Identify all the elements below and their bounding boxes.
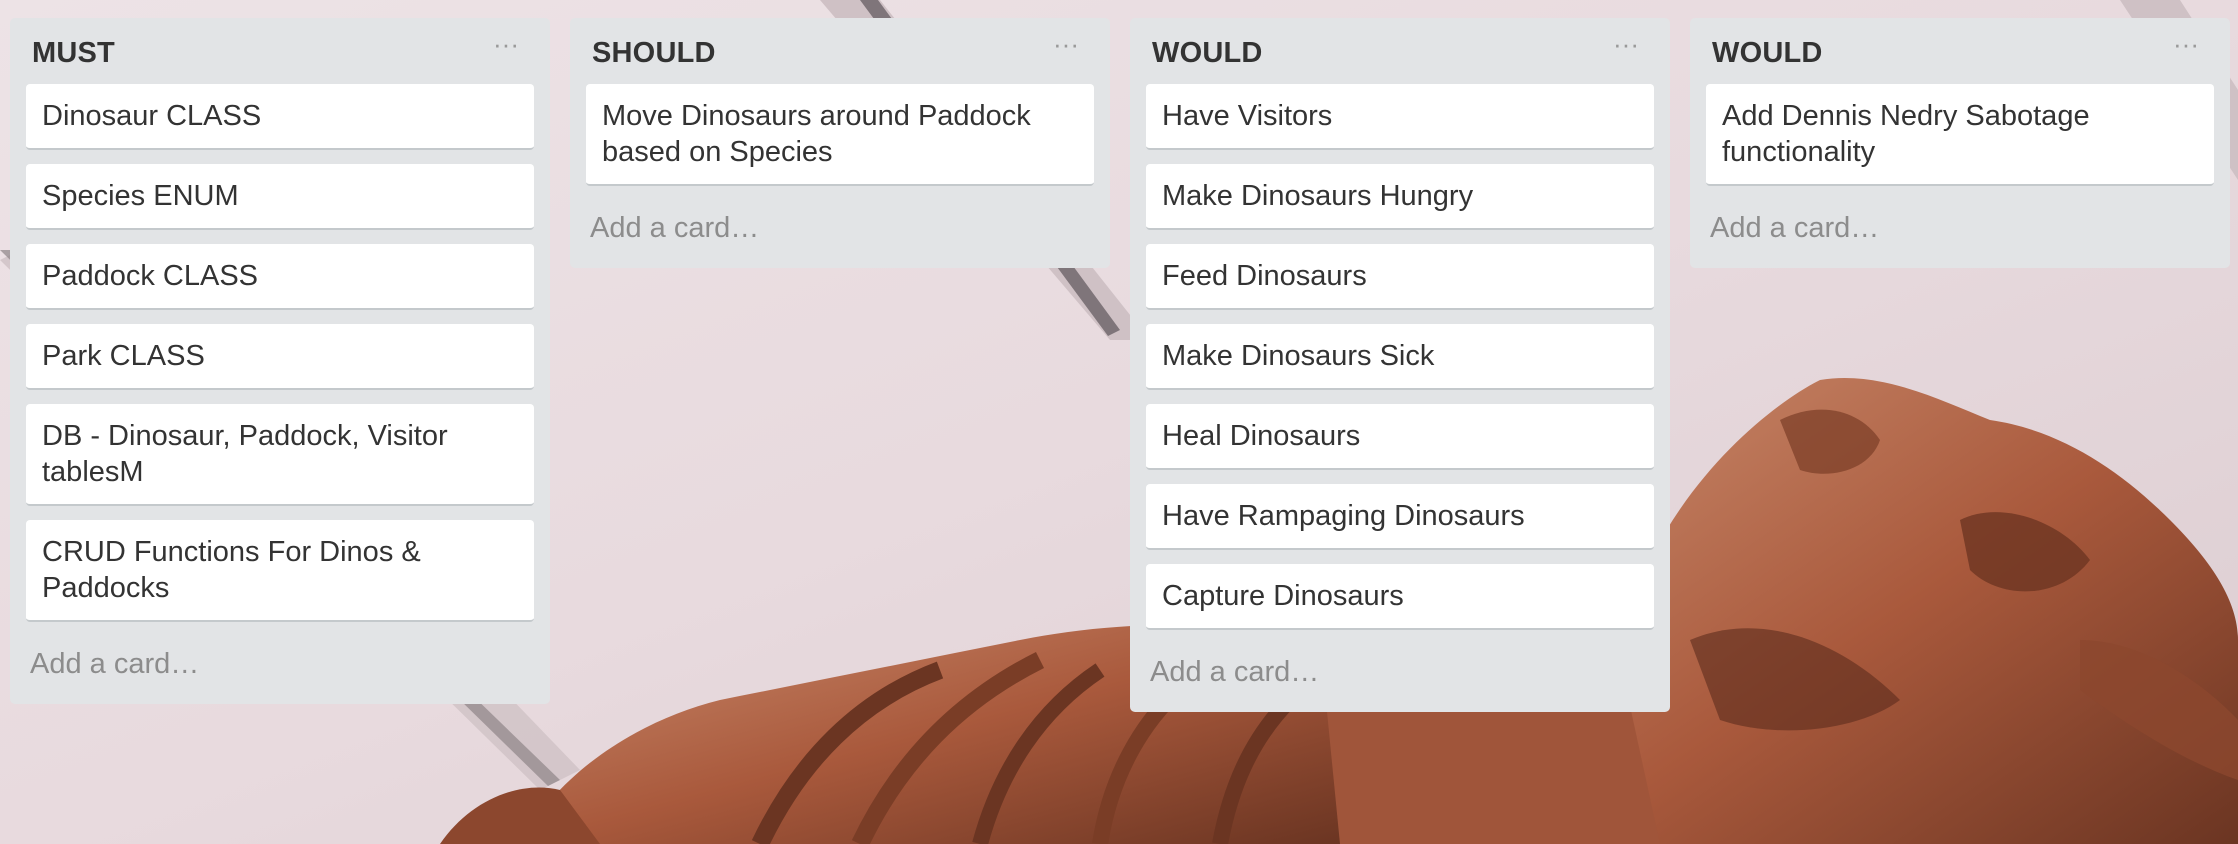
- add-card-button[interactable]: Add a card…: [586, 200, 1094, 268]
- card[interactable]: Have Rampaging Dinosaurs: [1146, 484, 1654, 550]
- card[interactable]: Make Dinosaurs Hungry: [1146, 164, 1654, 230]
- list-title[interactable]: WOULD: [1712, 37, 1823, 70]
- list-header: MUST ···: [26, 18, 534, 84]
- add-card-button[interactable]: Add a card…: [1706, 200, 2214, 268]
- list-title[interactable]: SHOULD: [592, 37, 716, 70]
- more-horizontal-icon[interactable]: ···: [1606, 31, 1646, 64]
- list-header: WOULD ···: [1706, 18, 2214, 84]
- card[interactable]: CRUD Functions For Dinos & Paddocks: [26, 520, 534, 622]
- card[interactable]: Species ENUM: [26, 164, 534, 230]
- card[interactable]: DB - Dinosaur, Paddock, Visitor tablesM: [26, 404, 534, 506]
- add-card-button[interactable]: Add a card…: [1146, 644, 1654, 712]
- card[interactable]: Feed Dinosaurs: [1146, 244, 1654, 310]
- card[interactable]: Have Visitors: [1146, 84, 1654, 150]
- card[interactable]: Dinosaur CLASS: [26, 84, 534, 150]
- card[interactable]: Park CLASS: [26, 324, 534, 390]
- list-header: SHOULD ···: [586, 18, 1094, 84]
- list-header: WOULD ···: [1146, 18, 1654, 84]
- card[interactable]: Paddock CLASS: [26, 244, 534, 310]
- more-horizontal-icon[interactable]: ···: [486, 31, 526, 64]
- card[interactable]: Move Dinosaurs around Paddock based on S…: [586, 84, 1094, 186]
- card[interactable]: Capture Dinosaurs: [1146, 564, 1654, 630]
- more-horizontal-icon[interactable]: ···: [2166, 31, 2206, 64]
- card[interactable]: Add Dennis Nedry Sabotage functionality: [1706, 84, 2214, 186]
- list-column: WOULD ··· Add Dennis Nedry Sabotage functi…: [1690, 18, 2230, 268]
- list-title[interactable]: MUST: [32, 37, 115, 70]
- card[interactable]: Heal Dinosaurs: [1146, 404, 1654, 470]
- board: MUST ··· Dinosaur CLASS Species ENUM Paddock…: [0, 0, 2238, 844]
- list-column: SHOULD ··· Move Dinosaurs around Paddock b…: [570, 18, 1110, 268]
- list-column: WOULD ··· Have Visitors Make Dinosaurs Hung…: [1130, 18, 1670, 712]
- card[interactable]: Make Dinosaurs Sick: [1146, 324, 1654, 390]
- more-horizontal-icon[interactable]: ···: [1046, 31, 1086, 64]
- add-card-button[interactable]: Add a card…: [26, 636, 534, 704]
- list-column: MUST ··· Dinosaur CLASS Species ENUM Paddock…: [10, 18, 550, 704]
- list-title[interactable]: WOULD: [1152, 37, 1263, 70]
